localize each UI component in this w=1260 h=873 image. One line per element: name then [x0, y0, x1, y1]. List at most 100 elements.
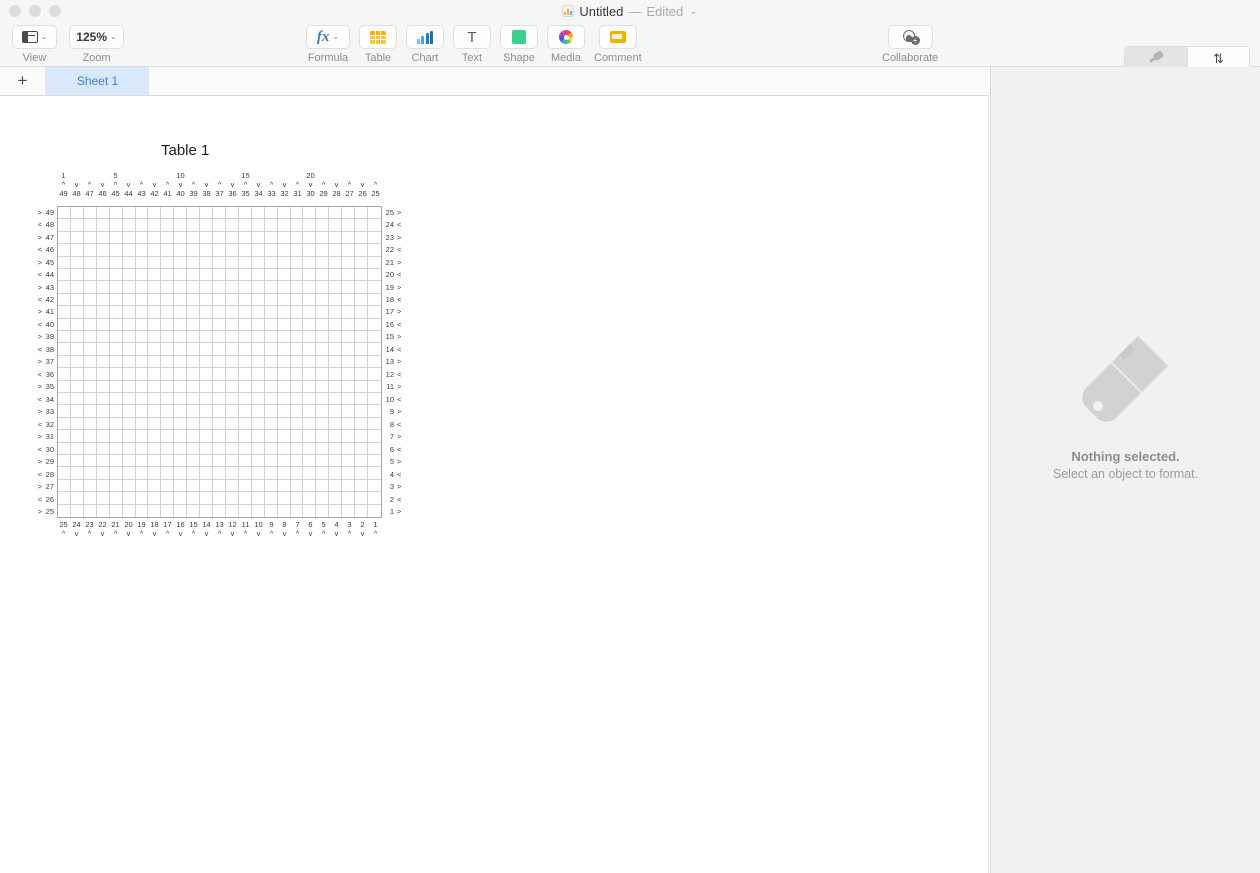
table-cell[interactable]: [70, 405, 84, 418]
table-cell[interactable]: [342, 318, 356, 331]
table-cell[interactable]: [161, 207, 175, 220]
table-cell[interactable]: [238, 430, 252, 443]
table-cell[interactable]: [187, 330, 201, 344]
table-cell[interactable]: [355, 454, 369, 468]
table-cell[interactable]: [342, 343, 356, 356]
table-cell[interactable]: [225, 306, 239, 319]
table-cell[interactable]: [368, 418, 381, 431]
table-cell[interactable]: [135, 380, 149, 393]
table-cell[interactable]: [290, 355, 304, 369]
table-cell[interactable]: [303, 467, 317, 480]
table-cell[interactable]: [316, 330, 330, 344]
table-cell[interactable]: [342, 504, 356, 517]
minimize-button-icon[interactable]: [29, 5, 41, 17]
table-cell[interactable]: [225, 355, 239, 369]
table-cell[interactable]: [342, 207, 356, 220]
table-cell[interactable]: [368, 269, 381, 282]
table-cell[interactable]: [342, 442, 356, 455]
table-cell[interactable]: [264, 293, 278, 307]
table-cell[interactable]: [83, 467, 97, 480]
table-cell[interactable]: [303, 392, 317, 406]
table-cell[interactable]: [213, 392, 226, 406]
table-cell[interactable]: [290, 454, 304, 468]
table-cell[interactable]: [329, 454, 343, 468]
table-cell[interactable]: [135, 467, 149, 480]
window-controls[interactable]: [9, 5, 61, 17]
formula-button[interactable]: fx ⌄ Formula: [306, 22, 350, 64]
table-cell[interactable]: [174, 355, 188, 369]
table-cell[interactable]: [342, 380, 356, 393]
table-cell[interactable]: [342, 355, 356, 369]
table-cell[interactable]: [251, 355, 265, 369]
table-cell[interactable]: [251, 417, 265, 431]
table-cell[interactable]: [213, 207, 226, 220]
table-cell[interactable]: [135, 268, 149, 282]
table-cell[interactable]: [122, 405, 136, 418]
table-cell[interactable]: [355, 355, 369, 369]
table-cell[interactable]: [368, 244, 381, 257]
table-cell[interactable]: [187, 231, 201, 245]
table-cell[interactable]: [213, 355, 226, 369]
table-cell[interactable]: [122, 380, 136, 393]
table-cell[interactable]: [135, 256, 149, 269]
table-cell[interactable]: [122, 330, 136, 344]
table-cell[interactable]: [58, 318, 71, 331]
table-cell[interactable]: [109, 355, 123, 369]
table-cell[interactable]: [355, 306, 369, 319]
table-cell[interactable]: [200, 380, 214, 393]
table-cell[interactable]: [368, 393, 381, 406]
table-cell[interactable]: [200, 244, 214, 257]
table-cell[interactable]: [83, 256, 97, 269]
table-cell[interactable]: [109, 368, 123, 381]
table-cell[interactable]: [342, 454, 356, 468]
table-button[interactable]: Table: [359, 22, 397, 64]
table-cell[interactable]: [316, 467, 330, 480]
table-cell[interactable]: [368, 343, 381, 356]
table-cell[interactable]: [213, 417, 226, 431]
table-cell[interactable]: [238, 405, 252, 418]
table-cell[interactable]: [58, 467, 71, 480]
close-button-icon[interactable]: [9, 5, 21, 17]
table-cell[interactable]: [83, 244, 97, 257]
table-cell[interactable]: [277, 430, 291, 443]
table-cell[interactable]: [368, 405, 381, 418]
table-cell[interactable]: [161, 343, 175, 356]
table-cell[interactable]: [290, 479, 304, 493]
table-cell[interactable]: [368, 381, 381, 393]
table-cell[interactable]: [174, 417, 188, 431]
table-cell[interactable]: [251, 256, 265, 269]
table-cell[interactable]: [316, 256, 330, 269]
table-cell[interactable]: [264, 256, 278, 269]
table-cell[interactable]: [70, 330, 84, 344]
table-cell[interactable]: [277, 207, 291, 220]
table-cell[interactable]: [329, 355, 343, 369]
table-cell[interactable]: [329, 492, 343, 505]
table-cell[interactable]: [329, 504, 343, 517]
table-cell[interactable]: [200, 219, 214, 232]
table-cell[interactable]: [96, 207, 110, 220]
chart-button[interactable]: Chart: [406, 22, 444, 64]
table-cell[interactable]: [83, 405, 97, 418]
table-cell[interactable]: [290, 256, 304, 269]
table-cell[interactable]: [303, 492, 317, 505]
table-cell[interactable]: [58, 454, 71, 468]
table-cell[interactable]: [225, 207, 239, 220]
table-cell[interactable]: [109, 479, 123, 493]
table-cell[interactable]: [264, 380, 278, 393]
table-cell[interactable]: [135, 492, 149, 505]
table-cell[interactable]: [329, 392, 343, 406]
table-cell[interactable]: [58, 256, 71, 269]
table-cell[interactable]: [264, 454, 278, 468]
table-cell[interactable]: [187, 306, 201, 319]
table-cell[interactable]: [161, 318, 175, 331]
table-cell[interactable]: [83, 281, 97, 294]
table-cell[interactable]: [187, 442, 201, 455]
table-cell[interactable]: [148, 343, 162, 356]
table-cell[interactable]: [213, 306, 226, 319]
table-cell[interactable]: [329, 380, 343, 393]
table-cell[interactable]: [200, 343, 214, 356]
table-cell[interactable]: [122, 219, 136, 232]
table-cell[interactable]: [136, 504, 149, 517]
table-cell[interactable]: [291, 504, 304, 517]
table-cell[interactable]: [148, 492, 162, 505]
